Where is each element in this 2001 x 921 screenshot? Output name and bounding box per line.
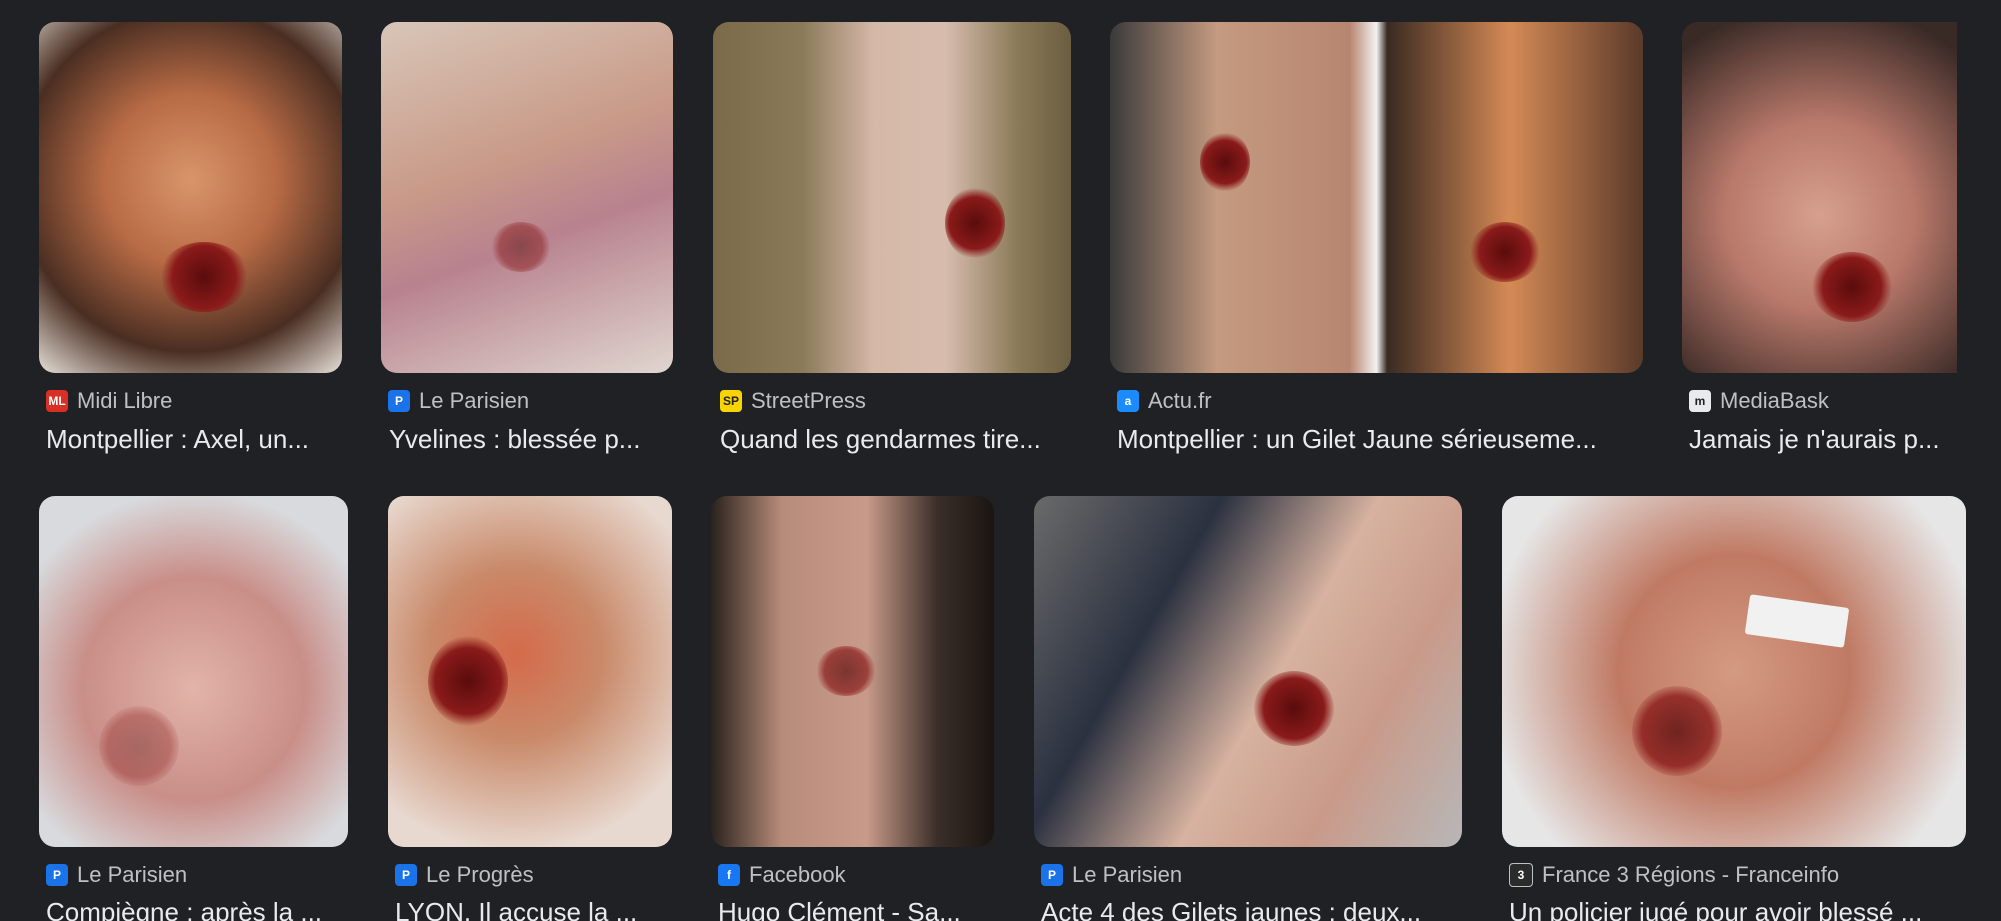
france-3-favicon-icon: 3 (1509, 863, 1533, 887)
facebook-favicon-icon: f (718, 864, 740, 886)
result-caption[interactable]: Quand les gendarmes tire... (720, 424, 1071, 455)
result-thumbnail[interactable] (381, 22, 673, 373)
mediabask-favicon-icon: m (1689, 390, 1711, 412)
result-source-label: Le Parisien (77, 862, 188, 887)
result-source[interactable]: SP StreetPress (720, 388, 866, 414)
result-source[interactable]: P Le Parisien (46, 862, 187, 888)
result-source[interactable]: m MediaBask (1689, 388, 1829, 414)
result-thumbnail[interactable] (1110, 22, 1643, 373)
result-source[interactable]: a Actu.fr (1117, 388, 1212, 414)
midi-libre-favicon-icon: ML (46, 390, 68, 412)
result-caption[interactable]: Compiègne : après la ... (46, 897, 346, 921)
result-source[interactable]: P Le Parisien (1041, 862, 1182, 888)
result-thumbnail[interactable] (713, 22, 1071, 373)
result-source[interactable]: P Le Progrès (395, 862, 534, 888)
le-parisien-favicon-icon: P (46, 864, 68, 886)
streetpress-favicon-icon: SP (720, 390, 742, 412)
result-source[interactable]: f Facebook (718, 862, 846, 888)
result-thumbnail[interactable] (1502, 496, 1966, 847)
result-source[interactable]: ML Midi Libre (46, 388, 172, 414)
result-caption[interactable]: Montpellier : Axel, un... (46, 424, 342, 455)
result-source-label: Midi Libre (77, 388, 173, 413)
result-caption[interactable]: Acte 4 des Gilets jaunes : deux... (1041, 897, 1451, 921)
result-caption[interactable]: LYON. Il accuse la ... (395, 897, 672, 921)
result-thumbnail[interactable] (39, 496, 348, 847)
image-results-grid: ML Midi Libre Montpellier : Axel, un... … (0, 0, 2001, 921)
result-caption[interactable]: Hugo Clément - Sa... (718, 897, 994, 921)
le-parisien-favicon-icon: P (388, 390, 410, 412)
result-thumbnail[interactable] (388, 496, 672, 847)
result-thumbnail[interactable] (711, 496, 994, 847)
result-thumbnail[interactable] (39, 22, 342, 373)
result-source-label: Facebook (749, 862, 846, 887)
result-thumbnail[interactable] (1682, 22, 1957, 373)
result-source-label: Le Progrès (426, 862, 534, 887)
result-source-label: Actu.fr (1148, 388, 1212, 413)
le-parisien-favicon-icon: P (1041, 864, 1063, 886)
result-caption[interactable]: Un policier jugé pour avoir blessé ... (1509, 897, 1959, 921)
result-source-label: France 3 Régions - Franceinfo (1542, 862, 1840, 887)
result-source[interactable]: P Le Parisien (388, 388, 529, 414)
le-progres-favicon-icon: P (395, 864, 417, 886)
actu-fr-favicon-icon: a (1117, 390, 1139, 412)
result-source-label: MediaBask (1720, 388, 1829, 413)
result-source-label: Le Parisien (1072, 862, 1183, 887)
result-caption[interactable]: Montpellier : un Gilet Jaune sérieuseme.… (1117, 424, 1643, 455)
result-source-label: StreetPress (751, 388, 866, 413)
result-source-label: Le Parisien (419, 388, 530, 413)
result-source[interactable]: 3 France 3 Régions - Franceinfo (1509, 862, 1839, 888)
result-thumbnail[interactable] (1034, 496, 1462, 847)
result-caption[interactable]: Yvelines : blessée p... (389, 424, 673, 455)
result-caption[interactable]: Jamais je n'aurais p... (1689, 424, 1957, 455)
